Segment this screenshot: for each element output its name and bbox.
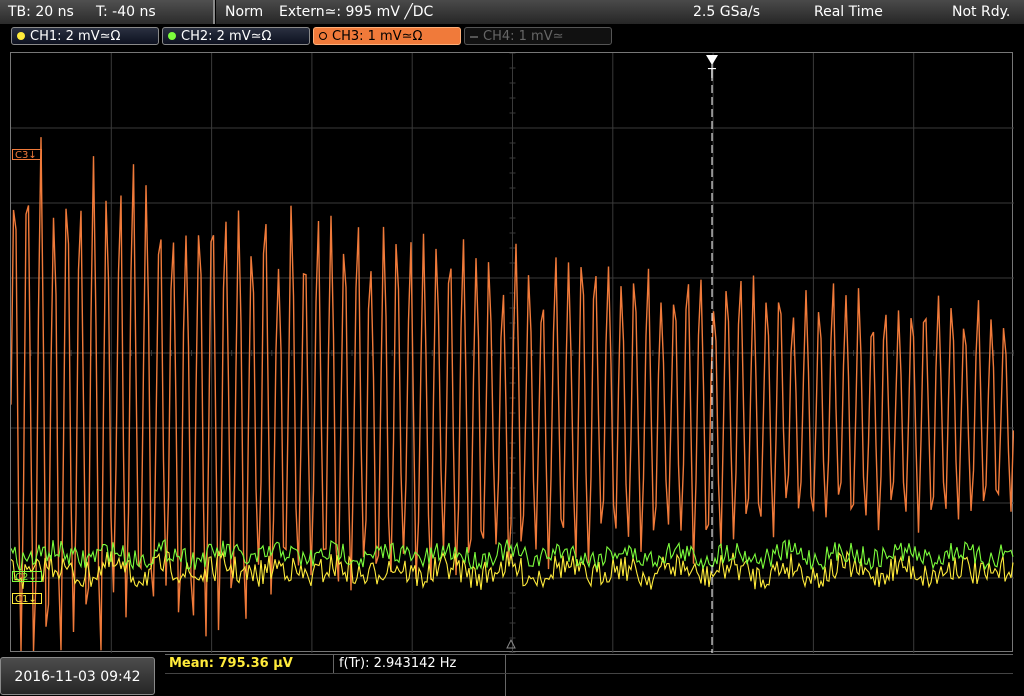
measurement-divider (505, 655, 506, 696)
channel-2-label: CH2: 2 mV≃Ω (181, 29, 272, 44)
channel-2-offset-marker[interactable]: C2↓ (12, 571, 42, 583)
channel-1-offset-marker[interactable]: C1↓ (12, 593, 42, 605)
mean-measurement: Mean: 795.36 µV (169, 656, 293, 671)
sample-rate: 2.5 GSa/s (693, 4, 761, 20)
acquisition-mode: Real Time (814, 4, 883, 20)
trigger-mode: Norm (225, 4, 264, 20)
measurement-divider (333, 655, 334, 673)
trigger-position-label: T (707, 67, 716, 82)
channel-3-button[interactable]: CH3: 1 mV≃Ω (313, 27, 461, 45)
channel-3-label: CH3: 1 mV≃Ω (332, 29, 423, 44)
trigger-position-arrow-icon[interactable] (706, 55, 718, 65)
trigger-frequency-measurement: f(Tr): 2.943142 Hz (339, 656, 457, 671)
channel-2-dot-icon (168, 32, 176, 40)
trigger-panel[interactable]: Norm Extern≃: 995 mV ╱DC 2.5 GSa/s Real … (216, 0, 1024, 24)
channel-4-dash-icon (470, 36, 478, 38)
timebase-value: TB: 20 ns (8, 4, 74, 20)
trigger-source: Extern≃: 995 mV ╱DC (279, 4, 434, 20)
channel-1-label: CH1: 2 mV≃Ω (30, 29, 121, 44)
waveform-plot: T (11, 53, 1014, 653)
channel-3-dot-icon (319, 32, 327, 40)
measurement-panel[interactable]: Mean: 795.36 µV f(Tr): 2.943142 Hz (165, 654, 1013, 696)
channel-1-button[interactable]: CH1: 2 mV≃Ω (11, 27, 159, 45)
trigger-offset-arrow-icon (506, 638, 516, 649)
status-bar: TB: 20 ns T: -40 ns Norm Extern≃: 995 mV… (0, 0, 1024, 25)
waveform-display[interactable]: T C3↓ C2↓ C1↓ (10, 52, 1014, 653)
trigger-offset-value: T: -40 ns (96, 4, 156, 20)
channel-1-dot-icon (17, 32, 25, 40)
channel-4-button[interactable]: CH4: 1 mV≃ (464, 27, 612, 45)
datetime-display: 2016-11-03 09:42 (0, 657, 155, 695)
channel-2-button[interactable]: CH2: 2 mV≃Ω (162, 27, 310, 45)
ready-state: Not Rdy. (952, 4, 1011, 20)
footer-bar: 2016-11-03 09:42 Mean: 795.36 µV f(Tr): … (0, 654, 1024, 696)
measurement-row-divider (165, 673, 1013, 674)
channel-3-offset-marker[interactable]: C3↓ (12, 149, 42, 161)
channel-bar: CH1: 2 mV≃Ω CH2: 2 mV≃Ω CH3: 1 mV≃Ω CH4:… (0, 26, 1024, 48)
channel-4-label: CH4: 1 mV≃ (483, 29, 564, 44)
timebase-panel[interactable]: TB: 20 ns T: -40 ns (0, 0, 215, 24)
